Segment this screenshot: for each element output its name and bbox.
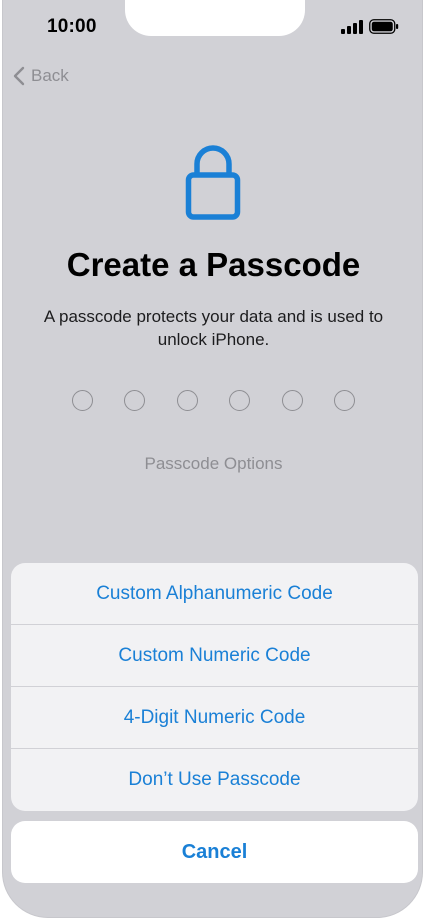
custom-numeric-option[interactable]: Custom Numeric Code	[11, 625, 418, 687]
back-button[interactable]: Back	[13, 64, 69, 88]
action-sheet: Custom Alphanumeric Code Custom Numeric …	[11, 563, 418, 811]
custom-alphanumeric-option[interactable]: Custom Alphanumeric Code	[11, 563, 418, 625]
passcode-dot	[334, 390, 355, 411]
passcode-dot	[177, 390, 198, 411]
passcode-dot	[72, 390, 93, 411]
passcode-dot	[124, 390, 145, 411]
passcode-dot	[282, 390, 303, 411]
passcode-options-link[interactable]: Passcode Options	[3, 454, 422, 474]
passcode-dot	[229, 390, 250, 411]
back-label: Back	[31, 66, 69, 85]
device-notch	[125, 0, 305, 36]
battery-icon	[369, 19, 399, 34]
page-title: Create a Passcode	[66, 246, 361, 283]
dont-use-passcode-option[interactable]: Don’t Use Passcode	[11, 749, 418, 811]
status-time: 10:00	[47, 16, 97, 37]
chevron-left-icon	[13, 66, 25, 86]
screen: 10:00 Back Create a Passcode A passcode …	[2, 0, 423, 918]
four-digit-numeric-option[interactable]: 4-Digit Numeric Code	[11, 687, 418, 749]
cancel-button[interactable]: Cancel	[11, 821, 418, 883]
phone-frame: 10:00 Back Create a Passcode A passcode …	[0, 0, 425, 920]
lock-icon	[184, 142, 242, 227]
page-subtitle: A passcode protects your data and is use…	[43, 307, 384, 349]
cellular-signal-icon	[341, 20, 363, 34]
passcode-dots	[72, 390, 362, 412]
